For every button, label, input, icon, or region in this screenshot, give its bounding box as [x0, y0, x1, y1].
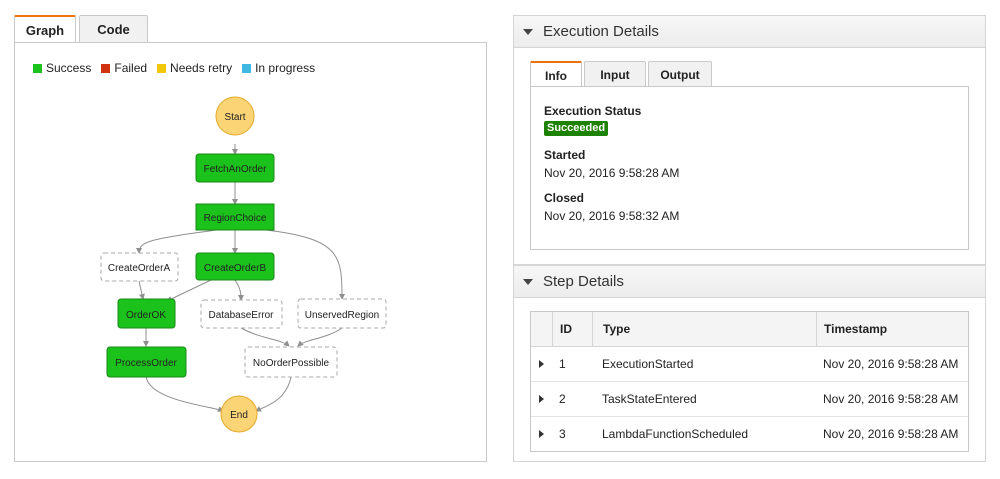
tab-code[interactable]: Code [79, 15, 148, 42]
edge-createb-dberror [234, 279, 244, 301]
header-type[interactable]: Type [593, 312, 817, 346]
node-label: UnservedRegion [305, 310, 380, 321]
node-label: Start [224, 112, 245, 123]
edge-unserved-noorder [297, 327, 343, 347]
edge-region-unserved [265, 229, 345, 300]
caret-down-icon [523, 278, 533, 285]
node-order-ok[interactable]: OrderOK [117, 298, 176, 329]
expand-arrow-icon[interactable] [539, 430, 544, 438]
node-label: CreateOrderA [108, 263, 171, 274]
cell-id: 3 [559, 427, 566, 441]
closed-label: Closed [544, 191, 585, 205]
caret-down-icon [523, 28, 533, 35]
node-region-choice[interactable]: RegionChoice [195, 203, 275, 231]
tab-input[interactable]: Input [584, 61, 646, 88]
state-machine-graph: Start FetchAnOrder RegionChoice CreateOr… [100, 96, 387, 433]
info-panel: Execution Status Succeeded Started Nov 2… [530, 86, 969, 250]
edge-region-createa [136, 229, 217, 254]
started-label: Started [544, 148, 586, 162]
node-label: CreateOrderB [204, 263, 267, 274]
edge-createb-orderok [166, 279, 212, 302]
node-end[interactable]: End [220, 395, 258, 433]
node-label: ProcessOrder [115, 358, 177, 369]
status-badge: Succeeded [544, 121, 609, 136]
node-label: FetchAnOrder [204, 164, 267, 175]
edge-noorder-end [255, 376, 292, 412]
tab-output[interactable]: Output [648, 61, 712, 88]
section-title: Step Details [543, 273, 624, 290]
node-database-error[interactable]: DatabaseError [200, 299, 283, 329]
node-create-order-a[interactable]: CreateOrderA [100, 252, 179, 282]
execution-details-header[interactable]: Execution Details [513, 15, 986, 48]
table-row[interactable]: 2 TaskStateEntered Nov 20, 2016 9:58:28 … [531, 382, 968, 417]
table-row[interactable]: 1 ExecutionStarted Nov 20, 2016 9:58:28 … [531, 347, 968, 382]
tab-info[interactable]: Info [530, 61, 582, 89]
node-create-order-b[interactable]: CreateOrderB [195, 252, 275, 281]
edge-createa-orderok [138, 280, 145, 300]
table-row[interactable]: 3 LambdaFunctionScheduled Nov 20, 2016 9… [531, 417, 968, 451]
node-no-order-possible[interactable]: NoOrderPossible [244, 346, 338, 378]
cell-id: 1 [559, 357, 566, 371]
node-label: End [230, 410, 248, 421]
node-process-order[interactable]: ProcessOrder [106, 346, 187, 378]
graph-panel: Success Failed Needs retry In progress S… [14, 42, 487, 462]
node-start[interactable]: Start [215, 96, 255, 136]
node-label: NoOrderPossible [253, 358, 330, 369]
cell-timestamp: Nov 20, 2016 9:58:28 AM [823, 357, 959, 371]
cell-type: ExecutionStarted [602, 357, 694, 371]
step-details-header[interactable]: Step Details [513, 265, 986, 298]
expand-arrow-icon[interactable] [539, 360, 544, 368]
node-unserved-region[interactable]: UnservedRegion [297, 298, 387, 329]
step-table: ID Type Timestamp 1 ExecutionStarted Nov… [530, 311, 969, 452]
header-timestamp[interactable]: Timestamp [817, 312, 968, 346]
closed-value: Nov 20, 2016 9:58:32 AM [544, 209, 680, 223]
cell-type: LambdaFunctionScheduled [602, 427, 749, 441]
table-header: ID Type Timestamp [531, 312, 968, 347]
node-label: OrderOK [126, 310, 166, 321]
header-id[interactable]: ID [553, 312, 593, 346]
node-label: DatabaseError [208, 310, 274, 321]
node-fetch-an-order[interactable]: FetchAnOrder [195, 153, 275, 183]
node-label: RegionChoice [204, 213, 267, 224]
cell-timestamp: Nov 20, 2016 9:58:28 AM [823, 427, 959, 441]
tab-graph[interactable]: Graph [14, 15, 76, 43]
execution-status-label: Execution Status [544, 104, 642, 118]
edge-process-end [145, 376, 224, 412]
cell-timestamp: Nov 20, 2016 9:58:28 AM [823, 392, 959, 406]
expand-arrow-icon[interactable] [539, 395, 544, 403]
section-title: Execution Details [543, 23, 659, 40]
edge-dberror-noorder [240, 327, 290, 347]
cell-type: TaskStateEntered [602, 392, 697, 406]
started-value: Nov 20, 2016 9:58:28 AM [544, 166, 680, 180]
header-expand-col [531, 312, 553, 346]
cell-id: 2 [559, 392, 566, 406]
